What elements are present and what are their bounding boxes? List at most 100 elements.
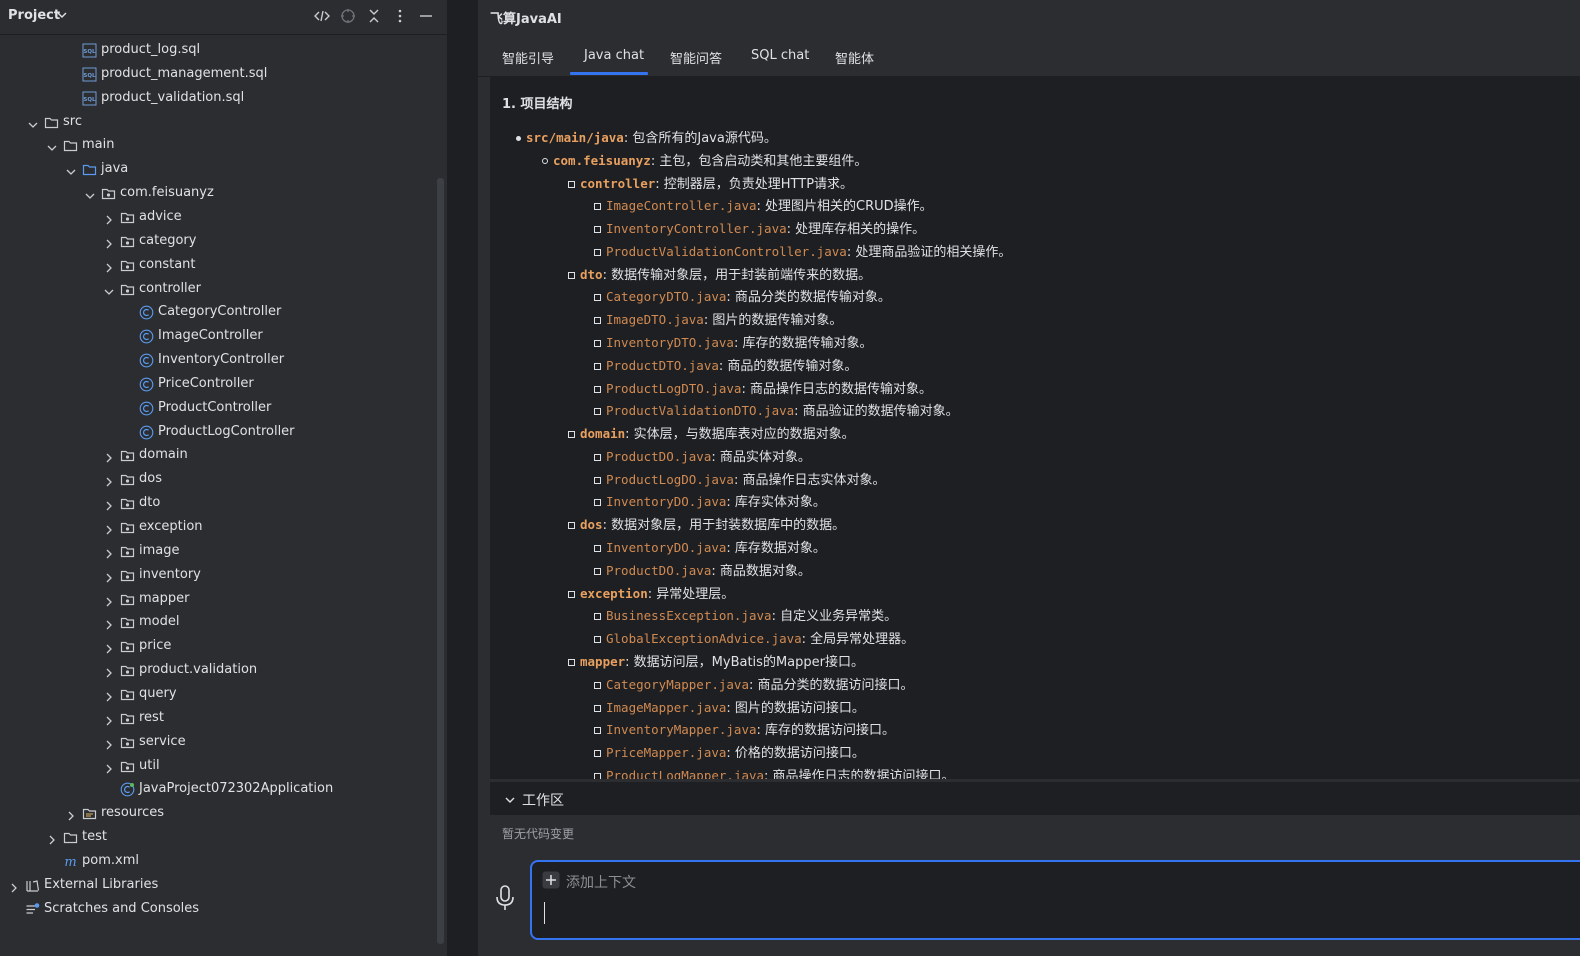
tree-node-label: image [139, 542, 180, 558]
chevron-right-icon[interactable] [103, 640, 115, 654]
tree-node[interactable]: domain [0, 443, 437, 467]
code-identifier: dto [580, 266, 603, 282]
chevron-right-icon[interactable] [103, 497, 115, 511]
code-navigation-icon[interactable] [313, 7, 331, 25]
chevron-right-icon[interactable] [103, 688, 115, 702]
tree-node[interactable]: category [0, 229, 437, 253]
tree-node[interactable]: InventoryController [0, 348, 437, 372]
tab-sql-chat[interactable]: SQL chat [751, 48, 809, 63]
item-description: : 商品操作日志的数据访问接口。 [764, 768, 955, 779]
chevron-right-icon[interactable] [8, 879, 20, 893]
tree-node[interactable]: SQL product_log.sql [0, 38, 437, 62]
chevron-right-icon[interactable] [103, 593, 115, 607]
hide-panel-icon[interactable] [417, 7, 435, 25]
chevron-right-icon[interactable] [103, 449, 115, 463]
tree-node[interactable]: price [0, 634, 437, 658]
tree-node[interactable]: SQL product_validation.sql [0, 86, 437, 110]
add-context-label: 添加上下文 [566, 875, 636, 891]
chevron-right-icon[interactable] [103, 736, 115, 750]
chevron-right-icon[interactable] [103, 211, 115, 225]
tree-node[interactable]: SQL product_management.sql [0, 62, 437, 86]
locate-file-icon[interactable] [339, 7, 357, 25]
chevron-right-icon[interactable] [103, 616, 115, 630]
tree-node[interactable]: service [0, 730, 437, 754]
item-description: : 商品操作日志实体对象。 [733, 472, 886, 488]
tab-smart-qa[interactable]: 智能问答 [670, 48, 722, 67]
package-icon [120, 759, 135, 774]
chevron-down-icon[interactable] [46, 139, 58, 152]
tree-node[interactable]: test [0, 825, 437, 849]
workspace-header[interactable]: 工作区 [490, 783, 1580, 815]
chevron-right-icon[interactable] [65, 807, 77, 821]
item-description: : 库存的数据传输对象。 [733, 336, 873, 352]
chevron-down-icon[interactable] [84, 187, 96, 200]
tree-node[interactable]: constant [0, 253, 437, 277]
chevron-right-icon[interactable] [103, 235, 115, 249]
chevron-right-icon[interactable] [103, 664, 115, 678]
tree-node[interactable]: src [0, 110, 437, 134]
tree-node[interactable]: query [0, 682, 437, 706]
tree-scrollbar[interactable] [437, 178, 444, 944]
tree-node[interactable]: util [0, 754, 437, 778]
tree-node[interactable]: java [0, 157, 437, 181]
chevron-down-icon[interactable] [56, 9, 68, 21]
tree-node[interactable]: resources [0, 801, 437, 825]
chevron-right-icon[interactable] [103, 521, 115, 535]
item-description: : 商品实体对象。 [711, 449, 811, 465]
tree-node[interactable]: ProductLogController [0, 420, 437, 444]
tree-node[interactable]: rest [0, 706, 437, 730]
tree-node[interactable]: JavaProject072302Application [0, 777, 437, 801]
tree-node[interactable]: ImageController [0, 324, 437, 348]
tree-node[interactable]: dos [0, 467, 437, 491]
tree-node[interactable]: m pom.xml [0, 849, 437, 873]
tree-node[interactable]: exception [0, 515, 437, 539]
tree-node[interactable]: product.validation [0, 658, 437, 682]
item-description: : 实体层，与数据库表对应的数据对象。 [625, 427, 855, 443]
tree-node[interactable]: advice [0, 205, 437, 229]
tab-agent[interactable]: 智能体 [835, 48, 874, 67]
chevron-right-icon[interactable] [103, 712, 115, 726]
tree-node[interactable]: com.feisuanyz [0, 181, 437, 205]
tree-node[interactable]: Scratches and Consoles [0, 897, 437, 921]
tree-node-label: dos [139, 471, 162, 487]
tree-node[interactable]: External Libraries [0, 873, 437, 897]
chevron-right-icon[interactable] [103, 473, 115, 487]
tree-node[interactable]: image [0, 539, 437, 563]
chat-input-box[interactable]: 添加上下文 [530, 860, 1580, 940]
chevron-right-icon[interactable] [46, 831, 58, 845]
package-icon [120, 496, 135, 511]
bullet [594, 203, 601, 211]
tree-node[interactable]: mapper [0, 587, 437, 611]
item-description: : 图片的数据访问接口。 [726, 700, 865, 716]
tree-node[interactable]: inventory [0, 563, 437, 587]
tree-node[interactable]: model [0, 610, 437, 634]
chevron-down-icon[interactable] [504, 794, 516, 806]
tree-node[interactable]: ProductController [0, 396, 437, 420]
microphone-icon[interactable] [494, 884, 516, 912]
tree-node[interactable]: main [0, 133, 437, 157]
chevron-down-icon[interactable] [103, 283, 115, 295]
chevron-right-icon[interactable] [103, 569, 115, 583]
chevron-down-icon[interactable] [27, 116, 39, 128]
chevron-right-icon[interactable] [103, 760, 115, 773]
more-options-icon[interactable] [391, 7, 409, 25]
item-description: : 商品数据对象。 [711, 563, 811, 579]
tab-smart-guide[interactable]: 智能引导 [502, 48, 554, 67]
package-icon [120, 687, 135, 702]
code-identifier: ProductDO.java [606, 448, 712, 464]
item-description: : 商品验证的数据传输对象。 [794, 404, 959, 420]
chevron-down-icon[interactable] [65, 163, 77, 176]
collapse-all-icon[interactable] [365, 7, 383, 25]
chevron-right-icon[interactable] [103, 259, 115, 273]
package-icon [120, 282, 135, 297]
tree-node[interactable]: PriceController [0, 372, 437, 396]
tree-node-label: rest [139, 709, 164, 725]
tree-node[interactable]: CategoryController [0, 300, 437, 324]
tree-node-label: controller [139, 280, 202, 296]
chevron-right-icon[interactable] [103, 545, 115, 559]
project-view-selector[interactable]: Project [8, 8, 60, 23]
tree-node[interactable]: controller [0, 277, 437, 301]
tree-node[interactable]: dto [0, 491, 437, 515]
tab-java-chat[interactable]: Java chat [584, 48, 644, 63]
item-description: : 异常处理层。 [647, 586, 735, 602]
